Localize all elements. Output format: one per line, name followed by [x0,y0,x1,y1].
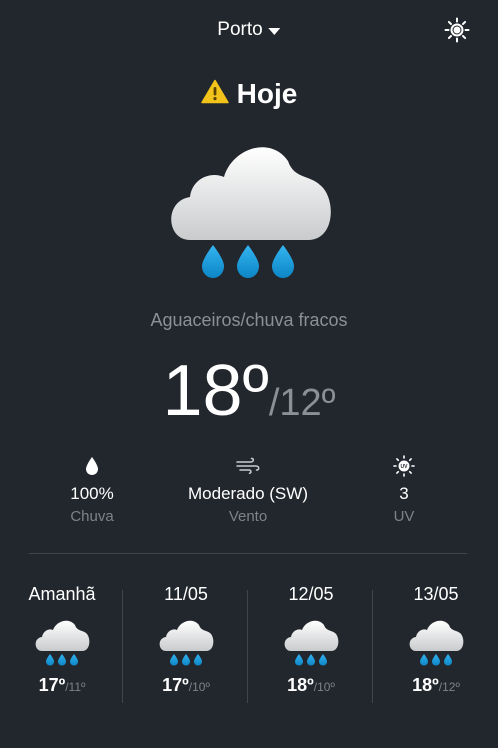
temp-max: 18º [162,351,269,431]
forecast-list: Amanhã 17º/11º 11/05 17º/10º 12/05 18º/1… [0,580,498,710]
forecast-min: /11º [65,680,86,694]
forecast-date: 11/05 [164,584,208,604]
forecast-day[interactable]: 12/05 18º/10º [249,580,373,696]
city-selector[interactable]: Porto [217,19,281,41]
rain-label: Chuva [70,508,114,525]
forecast-min: /10º [313,680,335,694]
stat-rain: 100% Chuva [2,452,182,525]
forecast-max: 17º [38,675,66,695]
today-stats: 100% Chuva Moderado (SW) Vento UV 3 UV [0,452,498,542]
forecast-max: 17º [162,675,189,695]
caret-down-icon [268,27,281,35]
forecast-temps: 17º/10º [124,675,248,696]
forecast-day[interactable]: 13/05 18º/12º [374,580,498,696]
droplet-icon [2,452,182,480]
day-header: Hoje [0,78,498,110]
rain-cloud-icon [409,620,464,666]
divider [29,553,467,554]
forecast-date: Amanhã [28,584,96,604]
rain-value: 100% [70,484,114,503]
forecast-max: 18º [287,675,314,695]
wind-value: Moderado (SW) [188,484,308,503]
wind-label: Vento [228,508,268,525]
rain-cloud-icon [159,620,214,666]
forecast-temps: 18º/12º [374,675,498,696]
uv-label: UV [393,508,415,525]
sun-icon[interactable] [444,17,470,43]
stat-wind: Moderado (SW) Vento [158,452,338,525]
forecast-temps: 17º/11º [0,675,124,696]
wind-icon [158,452,338,480]
temp-min: /12º [268,382,336,424]
forecast-separator [122,590,123,703]
forecast-max: 18º [412,675,439,695]
rain-cloud-icon [284,620,339,666]
forecast-separator [247,590,248,703]
city-name: Porto [217,19,263,40]
uv-value: 3 [399,484,409,503]
forecast-min: /12º [438,680,460,694]
forecast-date: 13/05 [413,584,459,604]
forecast-temps: 18º/10º [249,675,373,696]
uv-icon: UV [314,452,494,480]
rain-cloud-icon [160,135,338,285]
forecast-separator [372,590,373,703]
forecast-day[interactable]: 11/05 17º/10º [124,580,248,696]
forecast-min: /10º [188,680,210,694]
forecast-day[interactable]: Amanhã 17º/11º [0,580,124,696]
stat-uv: UV 3 UV [314,452,494,525]
rain-cloud-icon [35,620,90,666]
forecast-date: 12/05 [288,584,334,604]
svg-text:UV: UV [401,464,409,470]
weather-description: Aguaceiros/chuva fracos [150,310,348,330]
top-bar: Porto [0,0,498,62]
day-title: Hoje [236,78,298,109]
warning-icon[interactable] [200,79,229,109]
today-temperatures: 18º /12º [0,350,498,432]
